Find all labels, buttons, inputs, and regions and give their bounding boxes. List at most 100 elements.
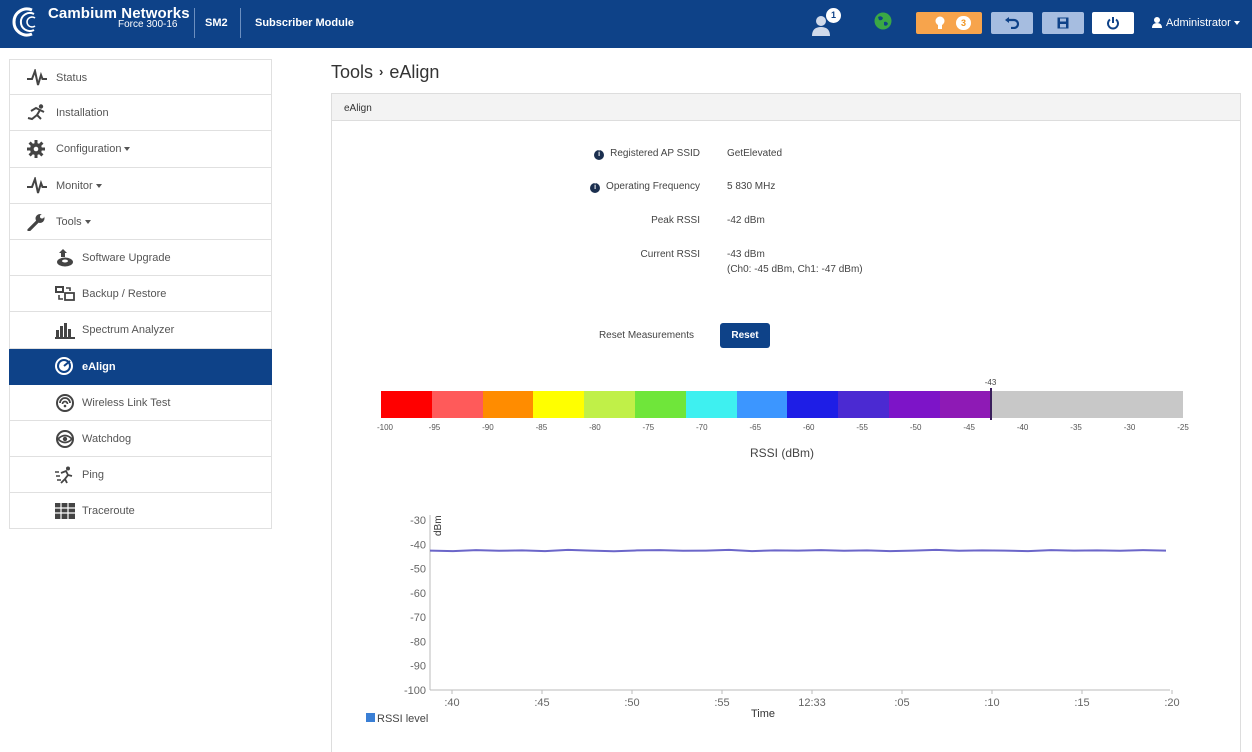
rssi-bar-tick-label: -75 xyxy=(642,423,655,432)
y-tick-label: -50 xyxy=(410,564,426,576)
current-rssi-value: -43 dBm xyxy=(727,249,765,260)
cambium-logo-icon xyxy=(12,7,36,37)
current-rssi-marker-label: -43 xyxy=(984,378,997,387)
sidebar-item-traceroute[interactable]: Traceroute xyxy=(9,493,272,530)
x-tick-label: :20 xyxy=(1164,697,1179,709)
sidebar-item-ping[interactable]: Ping xyxy=(9,457,272,494)
chevron-right-icon: › xyxy=(379,64,384,79)
rssi-bar-title: RSSI (dBm) xyxy=(750,446,815,460)
breadcrumb-parent[interactable]: Tools xyxy=(331,62,373,82)
lightbulb-icon xyxy=(935,16,945,29)
divider xyxy=(194,8,195,38)
ssid-row: i Registered AP SSID xyxy=(0,148,700,162)
rssi-bar-segment xyxy=(381,391,433,418)
sidebar-item-label: eAlign xyxy=(82,360,116,373)
sidebar-item-wireless-link-test[interactable]: Wireless Link Test xyxy=(9,384,272,421)
top-bar: Cambium Networks Force 300-16 SM2 Subscr… xyxy=(0,0,1252,48)
sidebar-item-ealign[interactable]: eAlign xyxy=(9,348,272,385)
sidebar-item-label: Status xyxy=(56,72,88,84)
x-tick-label: :50 xyxy=(624,697,639,709)
traceroute-icon xyxy=(55,503,75,520)
save-icon xyxy=(1057,17,1069,29)
x-tick-label: :40 xyxy=(444,697,459,709)
rssi-series-line xyxy=(429,548,1167,553)
ssid-value: GetElevated xyxy=(727,148,783,159)
sidebar-item-label: Watchdog xyxy=(82,432,132,445)
rssi-bar-segment xyxy=(888,391,941,418)
legend-label: RSSI level xyxy=(377,713,429,725)
reset-row: Reset Measurements xyxy=(0,330,694,344)
sidebar-item-label: Installation xyxy=(56,107,109,120)
y-tick-label: -40 xyxy=(410,539,426,551)
sidebar-item-watchdog[interactable]: Watchdog xyxy=(9,420,272,458)
eye-icon xyxy=(56,429,74,448)
reset-button[interactable]: Reset xyxy=(720,323,770,348)
alert-count-badge: 3 xyxy=(956,16,971,30)
panel-title: eAlign xyxy=(332,94,1240,121)
rssi-bar-tick-label: -60 xyxy=(802,423,815,432)
peak-rssi-row: Peak RSSI xyxy=(0,215,700,229)
undo-icon xyxy=(1005,17,1019,29)
x-axis-title: Time xyxy=(751,708,775,720)
x-tick-label: :45 xyxy=(534,697,549,709)
x-tick-label: 12:33 xyxy=(798,697,826,709)
page-title: eAlign xyxy=(389,62,440,82)
notifications-button[interactable]: 1 xyxy=(812,8,842,36)
sidebar-item-label: Backup / Restore xyxy=(82,288,167,301)
rssi-bar-tick-label: -95 xyxy=(428,423,441,432)
x-tick-label: :10 xyxy=(984,697,999,709)
rssi-bar-tick-label: -100 xyxy=(376,423,394,432)
current-rssi-label: Current RSSI xyxy=(640,249,700,260)
rssi-bar-remaining xyxy=(990,391,1183,418)
y-axis-title: dBm xyxy=(433,515,444,536)
alerts-button[interactable]: 3 xyxy=(916,12,982,34)
save-button[interactable] xyxy=(1042,12,1084,34)
device-model: Force 300-16 xyxy=(118,19,178,30)
y-tick-label: -30 xyxy=(410,515,426,527)
rssi-bar-tick-label: -85 xyxy=(535,423,548,432)
peak-rssi-value: -42 dBm xyxy=(727,215,765,226)
rssi-bar-segment xyxy=(736,391,788,418)
x-tick-label: :05 xyxy=(894,697,909,709)
sidebar-item-label: Traceroute xyxy=(82,505,135,518)
user-menu[interactable]: Administrator xyxy=(1152,17,1240,29)
divider xyxy=(240,8,241,38)
peak-rssi-label: Peak RSSI xyxy=(651,215,700,226)
legend-swatch xyxy=(366,713,375,722)
backup-icon xyxy=(55,286,75,302)
current-rssi-row: Current RSSI xyxy=(0,249,700,263)
runner-icon xyxy=(27,104,45,121)
rssi-bar-tick-label: -40 xyxy=(1016,423,1029,432)
sidebar-item-label: Ping xyxy=(82,469,105,482)
frequency-row: i Operating Frequency xyxy=(0,181,700,195)
rssi-bar-segment xyxy=(431,391,484,418)
rssi-bar-tick-label: -70 xyxy=(696,423,708,432)
rssi-bar-segment xyxy=(838,391,890,418)
sidebar-item-label: Wireless Link Test xyxy=(82,396,171,409)
reboot-button[interactable] xyxy=(1092,12,1134,34)
globe-icon[interactable] xyxy=(874,12,892,30)
rssi-bar-segment xyxy=(584,391,636,418)
sidebar-item-status[interactable]: Status xyxy=(9,59,272,96)
reset-label: Reset Measurements xyxy=(598,330,694,341)
pulse-icon xyxy=(27,69,47,86)
rssi-color-bar xyxy=(381,391,1183,418)
sidebar: Status Installation Configuration Monito… xyxy=(9,59,272,530)
rssi-bar-tick-label: -90 xyxy=(482,423,494,432)
rssi-bar-tick-label: -25 xyxy=(1177,423,1189,432)
device-role: Subscriber Module xyxy=(255,17,355,29)
undo-button[interactable] xyxy=(991,12,1033,34)
sidebar-item-backup-restore[interactable]: Backup / Restore xyxy=(9,276,272,313)
rssi-bar-tick-label: -35 xyxy=(1070,423,1082,432)
rssi-bar-segment xyxy=(685,391,738,418)
x-tick-label: :15 xyxy=(1074,697,1089,709)
notification-count-badge: 1 xyxy=(826,8,841,23)
rssi-bar-tick-label: -65 xyxy=(749,423,762,432)
power-icon xyxy=(1107,17,1119,30)
sidebar-item-installation[interactable]: Installation xyxy=(9,95,272,132)
rssi-bar-tick-label: -80 xyxy=(589,423,601,432)
device-type: SM2 xyxy=(205,17,228,29)
chart-legend[interactable]: RSSI level xyxy=(366,713,428,725)
rssi-bar-segment xyxy=(634,391,687,418)
ealign-icon xyxy=(55,356,73,375)
